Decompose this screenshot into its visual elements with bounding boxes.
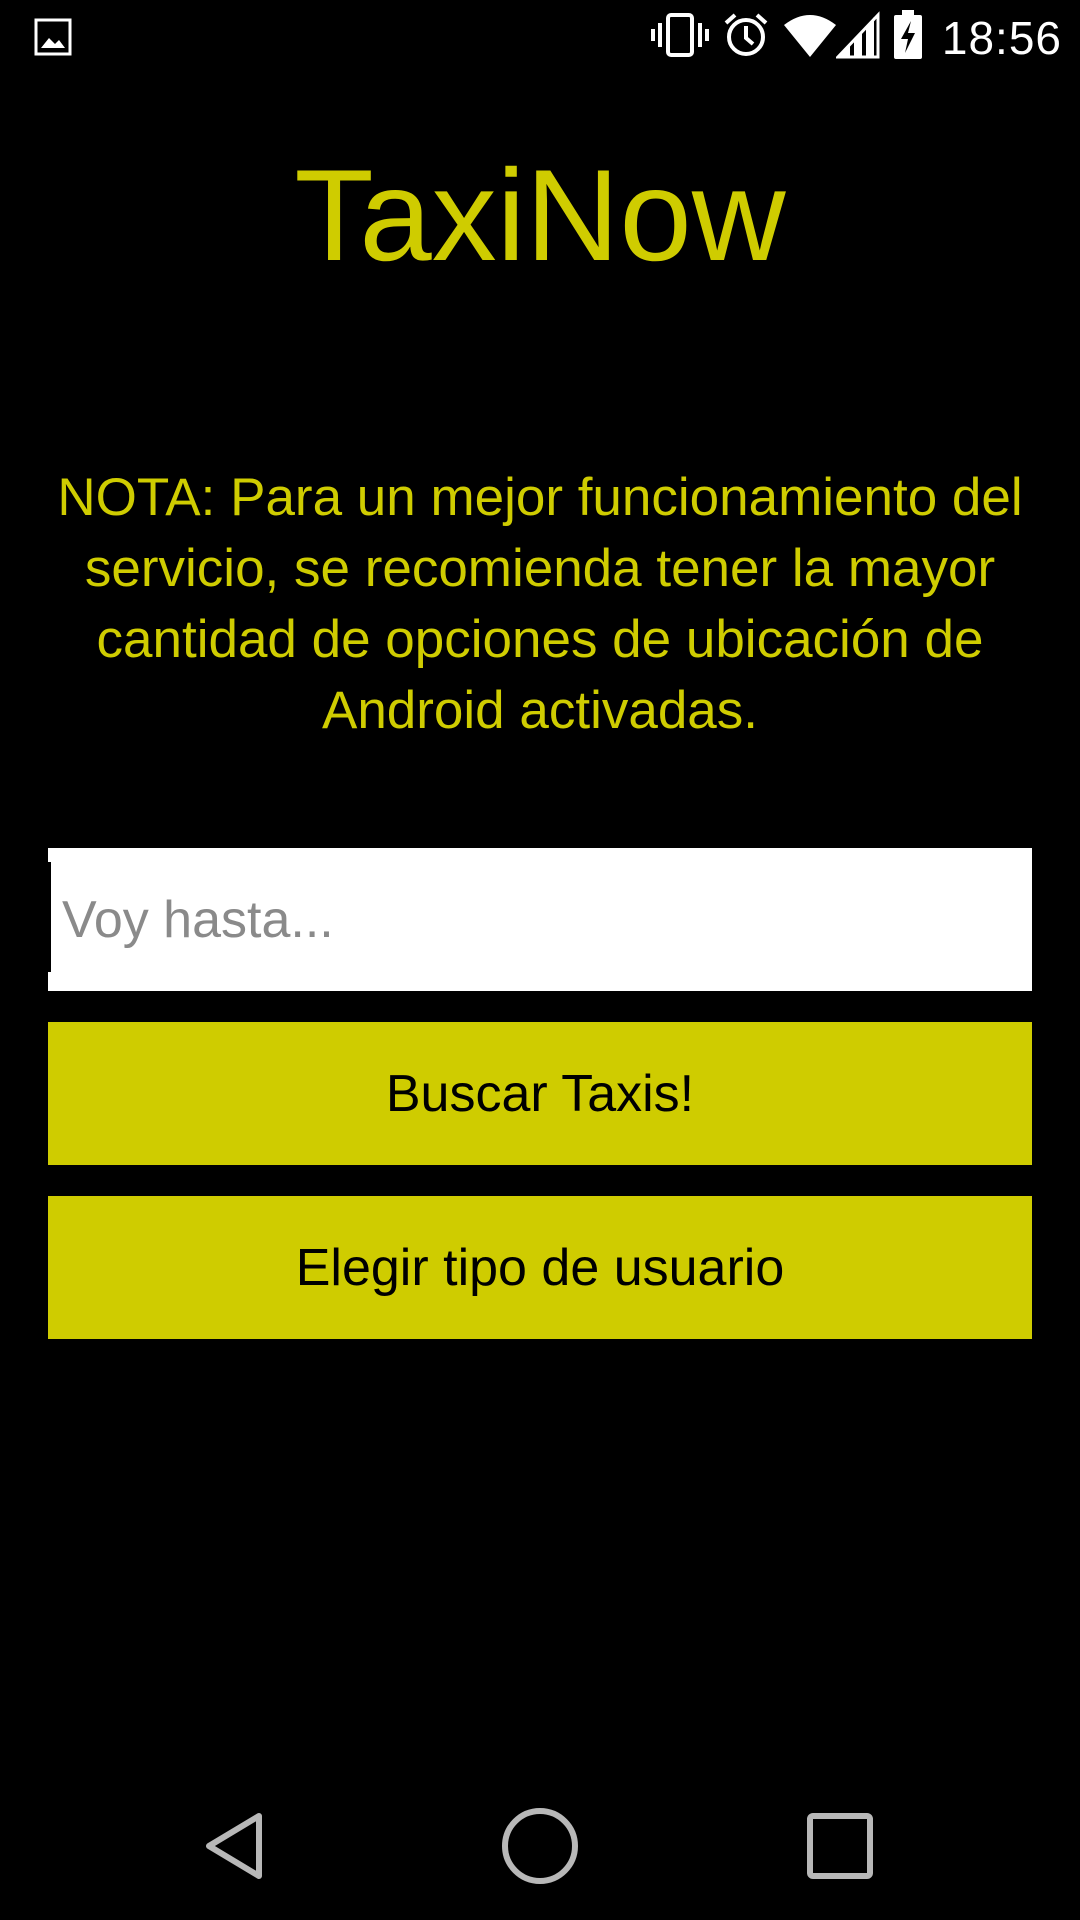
recents-button[interactable] xyxy=(760,1776,920,1920)
back-button[interactable] xyxy=(157,1776,317,1920)
app-title: TaxiNow xyxy=(294,142,786,288)
vibrate-icon xyxy=(650,11,710,64)
search-taxis-button[interactable]: Buscar Taxis! xyxy=(48,1022,1032,1165)
recents-icon xyxy=(800,1806,880,1891)
text-cursor xyxy=(48,862,51,972)
location-note: NOTA: Para un mejor funcionamiento del s… xyxy=(57,468,1023,740)
image-icon xyxy=(34,18,72,56)
battery-charging-icon xyxy=(892,9,924,66)
clock: 18:56 xyxy=(941,11,1062,64)
home-icon xyxy=(500,1806,580,1891)
home-button[interactable] xyxy=(460,1776,620,1920)
status-icons: 18:56 xyxy=(650,0,1062,75)
navigation-bar xyxy=(0,1776,1080,1920)
destination-input[interactable] xyxy=(48,848,1032,991)
back-icon xyxy=(197,1806,277,1891)
choose-user-type-button[interactable]: Elegir tipo de usuario xyxy=(48,1196,1032,1339)
wifi-icon xyxy=(782,11,838,64)
signal-icon xyxy=(834,11,880,64)
status-bar: 18:56 xyxy=(0,0,1080,75)
alarm-icon xyxy=(722,11,770,64)
